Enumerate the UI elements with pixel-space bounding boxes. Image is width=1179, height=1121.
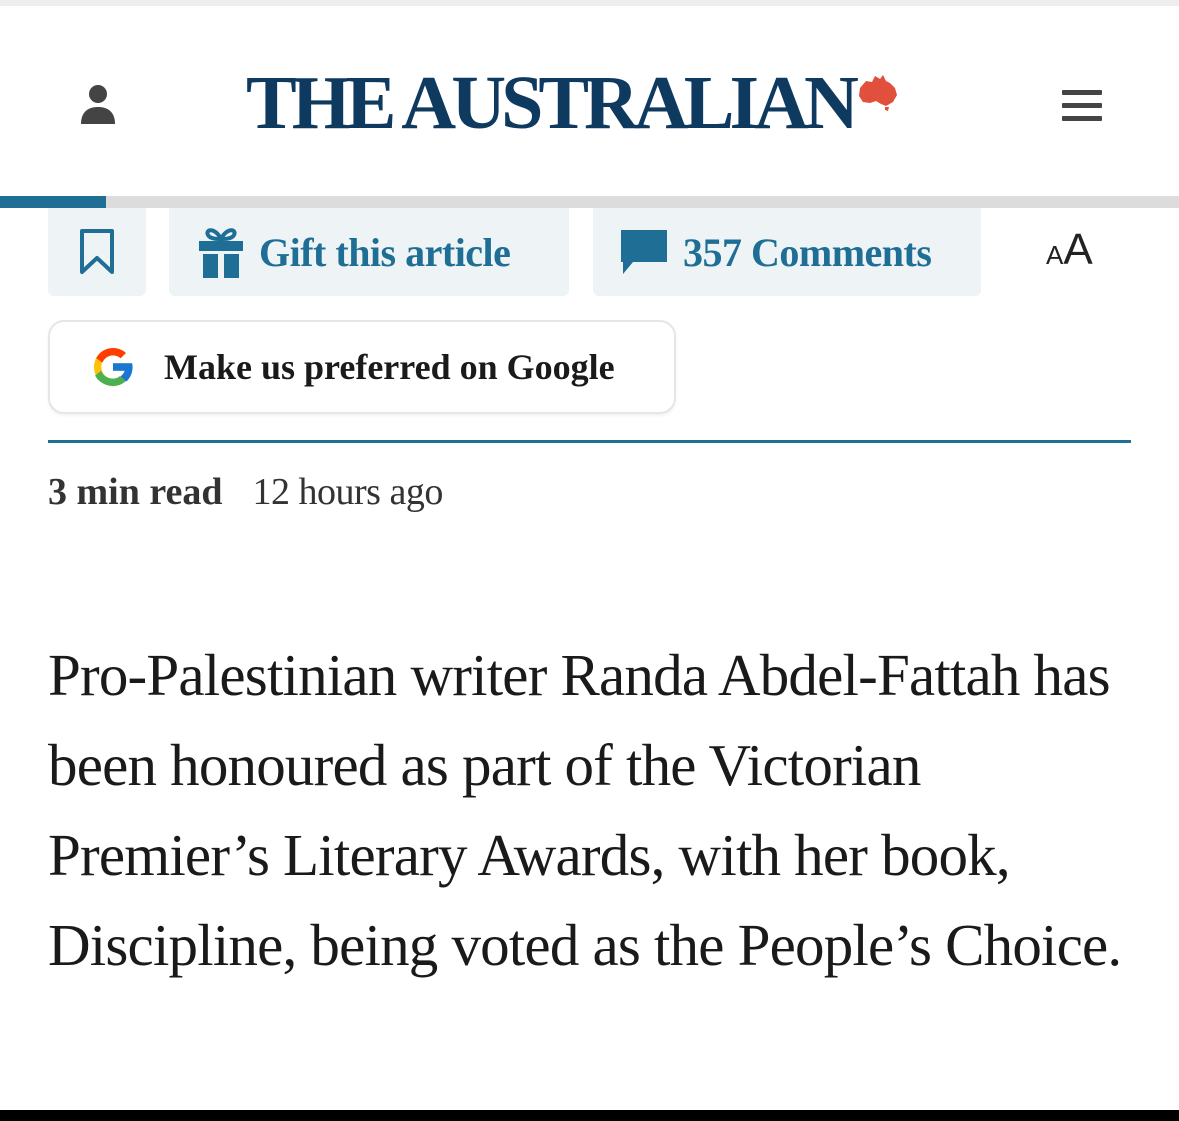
article-toolbar: Gift this article 357 Comments A A (0, 208, 1179, 298)
comments-button[interactable]: 357 Comments (593, 208, 981, 296)
reading-progress-bar (0, 196, 1179, 208)
font-size-small-glyph: A (1046, 240, 1064, 270)
font-size-button[interactable]: A A (1046, 222, 1116, 272)
font-size-large-glyph: A (1063, 225, 1093, 274)
site-header: THE AUSTRALIAN (0, 6, 1179, 194)
gift-article-label: Gift this article (259, 229, 511, 275)
masthead-logo[interactable]: THE AUSTRALIAN (246, 58, 900, 148)
australia-map-icon (858, 75, 897, 111)
article-standfirst: Pro-Palestinian writer Randa Abdel-Fatta… (48, 642, 1122, 978)
gift-icon (199, 228, 243, 278)
section-divider (48, 440, 1131, 443)
user-icon[interactable] (78, 82, 118, 126)
gift-article-button[interactable]: Gift this article (169, 208, 569, 296)
hamburger-menu-icon[interactable] (1060, 86, 1104, 126)
bottom-edge (0, 1110, 1179, 1121)
reading-progress-fill (0, 196, 107, 208)
google-preferred-button[interactable]: Make us preferred on Google (48, 320, 676, 414)
bookmark-icon (80, 229, 114, 274)
read-time: 3 min read (48, 471, 223, 513)
article-meta: 3 min read 12 hours ago (48, 470, 443, 520)
comment-bubble-icon (621, 230, 667, 274)
published-time: 12 hours ago (252, 471, 444, 513)
google-g-icon (94, 348, 134, 386)
google-preferred-label: Make us preferred on Google (164, 347, 615, 387)
bookmark-button[interactable] (48, 208, 146, 296)
comments-count-label: 357 Comments (683, 229, 932, 275)
masthead-title: THE AUSTRALIAN (246, 61, 859, 145)
